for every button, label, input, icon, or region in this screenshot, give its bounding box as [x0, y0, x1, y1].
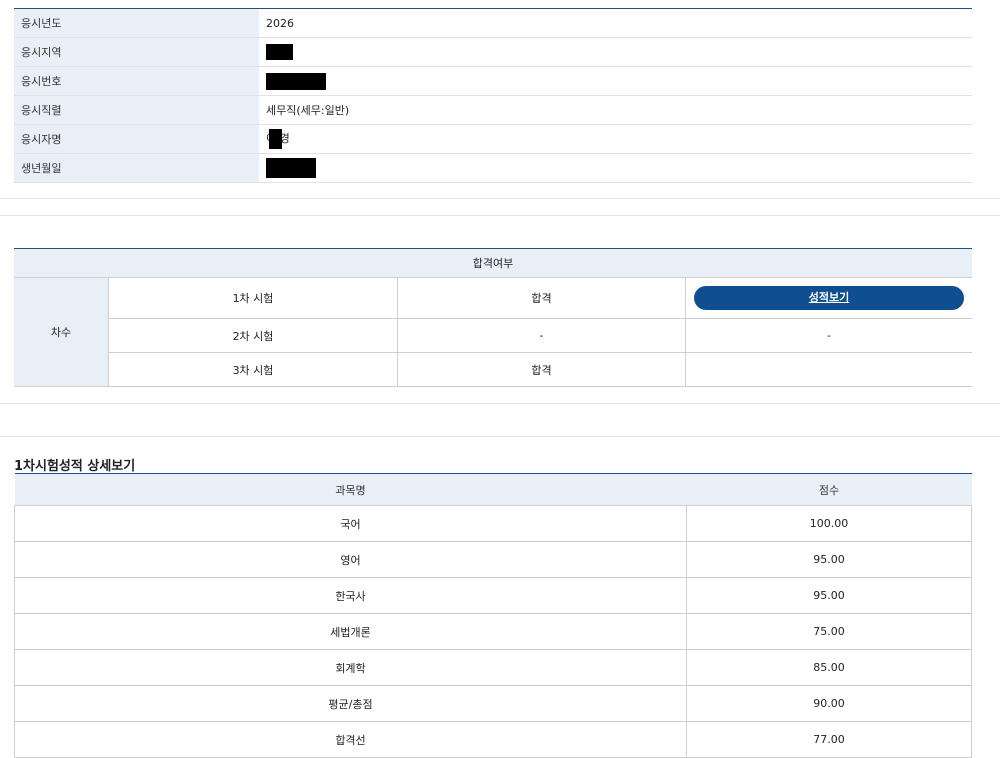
- subject-name: 한국사: [14, 577, 687, 614]
- divider: [0, 403, 1000, 404]
- round-row-1: 차수 1차 시험 합격 성적보기: [14, 277, 972, 387]
- round-action: -: [685, 318, 972, 353]
- info-label: 생년월일: [14, 153, 259, 183]
- round-result: 합격: [397, 352, 686, 387]
- subject-score: 95.00: [686, 541, 972, 578]
- round-action-cell: 성적보기: [685, 277, 972, 319]
- divider: [0, 436, 1000, 437]
- info-value: 2026: [259, 8, 972, 38]
- info-row-year: 응시년도 2026: [14, 8, 972, 38]
- table-row: 세법개론 75.00: [14, 613, 972, 650]
- table-row: 평균/총점 90.00: [14, 685, 972, 722]
- round-action: [685, 352, 972, 387]
- info-value-name: 이 경: [259, 124, 972, 154]
- info-row-name: 응시자명 이 경: [14, 124, 972, 154]
- subject-name: 합격선: [14, 721, 687, 758]
- info-value-redacted: [259, 153, 972, 183]
- info-row-number: 응시번호: [14, 66, 972, 96]
- subject-name: 회계학: [14, 649, 687, 686]
- subject-score: 75.00: [686, 613, 972, 650]
- table-row: 회계학 85.00: [14, 649, 972, 686]
- pass-result-table: 합격여부 차수 1차 시험 합격 성적보기 2차 시험 - - 3차 시험 합격: [14, 248, 972, 387]
- subject-score: 100.00: [686, 505, 972, 542]
- round-result: -: [397, 318, 686, 353]
- info-value: 세무직(세무:일반): [259, 95, 972, 125]
- redaction-mark: [269, 129, 283, 149]
- info-value-redacted: [259, 66, 972, 96]
- table-row: 합격선 77.00: [14, 721, 972, 758]
- round-result: 합격: [397, 277, 686, 319]
- subject-score: 77.00: [686, 721, 972, 758]
- score-column-header: 점수: [686, 473, 972, 506]
- round-row-2: 2차 시험 - -: [14, 318, 972, 353]
- redaction-mark: [266, 72, 326, 90]
- subject-name: 세법개론: [14, 613, 687, 650]
- score-detail-table: 과목명 점수 국어 100.00 영어 95.00 한국사 95.00 세법개론…: [14, 473, 972, 758]
- round-label: 2차 시험: [108, 318, 398, 353]
- score-detail-title: 1차시험성적 상세보기: [14, 459, 136, 474]
- subject-name: 평균/총점: [14, 685, 687, 722]
- applicant-info-table: 응시년도 2026 응시지역 응시번호 응시직렬 세무직(세무:일반) 응시자명…: [14, 8, 972, 183]
- subject-score: 85.00: [686, 649, 972, 686]
- info-value-redacted: [259, 37, 972, 67]
- divider: [0, 198, 1000, 199]
- table-row: 영어 95.00: [14, 541, 972, 578]
- pass-result-header: 합격여부: [14, 248, 972, 278]
- view-score-button[interactable]: 성적보기: [694, 286, 964, 310]
- round-label: 1차 시험: [108, 277, 398, 319]
- table-row: 한국사 95.00: [14, 577, 972, 614]
- info-row-region: 응시지역: [14, 37, 972, 67]
- info-label: 응시지역: [14, 37, 259, 67]
- divider: [0, 215, 1000, 216]
- table-row: 국어 100.00: [14, 505, 972, 542]
- subject-column-header: 과목명: [14, 473, 687, 506]
- subject-name: 영어: [14, 541, 687, 578]
- info-row-series: 응시직렬 세무직(세무:일반): [14, 95, 972, 125]
- subject-score: 95.00: [686, 577, 972, 614]
- round-label: 3차 시험: [108, 352, 398, 387]
- redaction-mark: [266, 158, 316, 178]
- info-label: 응시직렬: [14, 95, 259, 125]
- info-label: 응시번호: [14, 66, 259, 96]
- subject-score: 90.00: [686, 685, 972, 722]
- subject-name: 국어: [14, 505, 687, 542]
- info-row-birth: 생년월일: [14, 153, 972, 183]
- round-column-header: 차수: [14, 277, 109, 387]
- round-row-3: 3차 시험 합격: [14, 352, 972, 387]
- info-label: 응시년도: [14, 8, 259, 38]
- info-label: 응시자명: [14, 124, 259, 154]
- redaction-mark: [266, 44, 293, 60]
- score-table-header: 과목명 점수: [14, 473, 972, 506]
